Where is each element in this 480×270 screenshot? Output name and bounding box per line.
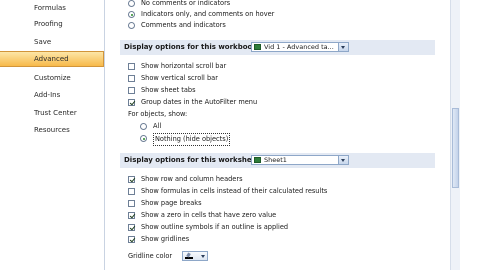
checkbox[interactable] [128,87,135,94]
workbook-select-value: Vid 1 - Advanced ta... [264,43,334,51]
sidebar-item-formulas[interactable]: Formulas [0,0,104,16]
worksheet-select[interactable]: Sheet1 [251,155,349,165]
checkbox[interactable] [128,75,135,82]
sidebar-item-advanced[interactable]: Advanced [0,51,104,67]
sidebar-item-trust-center[interactable]: Trust Center [0,105,104,121]
radio-button[interactable] [140,135,147,142]
checkbox[interactable] [128,200,135,207]
vertical-scrollbar[interactable] [450,0,460,270]
checkbox[interactable] [128,176,135,183]
section-title: Display options for this workbook: [124,43,260,51]
window-edge [460,0,480,270]
checkbox[interactable] [128,224,135,231]
sidebar-item-proofing[interactable]: Proofing [0,16,104,32]
scrollbar-thumb[interactable] [452,108,459,188]
sidebar-item-save[interactable]: Save [0,34,104,50]
chevron-down-icon[interactable] [338,156,348,164]
checkbox[interactable] [128,188,135,195]
gridline-color-label: Gridline color [128,252,173,260]
sidebar-item-customize[interactable]: Customize [0,70,104,86]
chevron-down-icon[interactable] [201,255,205,258]
radio-button[interactable] [128,0,135,7]
objects-label: For objects, show: [128,110,188,118]
radio-button[interactable] [128,11,135,18]
workbook-icon [254,44,261,50]
radio-button[interactable] [128,22,135,29]
worksheet-icon [254,157,261,163]
checkbox[interactable] [128,212,135,219]
gridline-color-picker[interactable] [182,251,208,261]
chevron-down-icon[interactable] [338,43,348,51]
pen-color-icon [185,253,193,259]
options-sidebar: Formulas Proofing Save Advanced Customiz… [0,0,105,270]
checkbox[interactable] [128,99,135,106]
checkbox[interactable] [128,236,135,243]
radio-button[interactable] [140,123,147,130]
worksheet-select-value: Sheet1 [264,156,287,164]
workbook-select[interactable]: Vid 1 - Advanced ta... [251,42,349,52]
section-title: Display options for this worksheet: [124,156,263,164]
checkbox[interactable] [128,63,135,70]
sidebar-item-add-ins[interactable]: Add-Ins [0,87,104,103]
sidebar-item-resources[interactable]: Resources [0,122,104,138]
